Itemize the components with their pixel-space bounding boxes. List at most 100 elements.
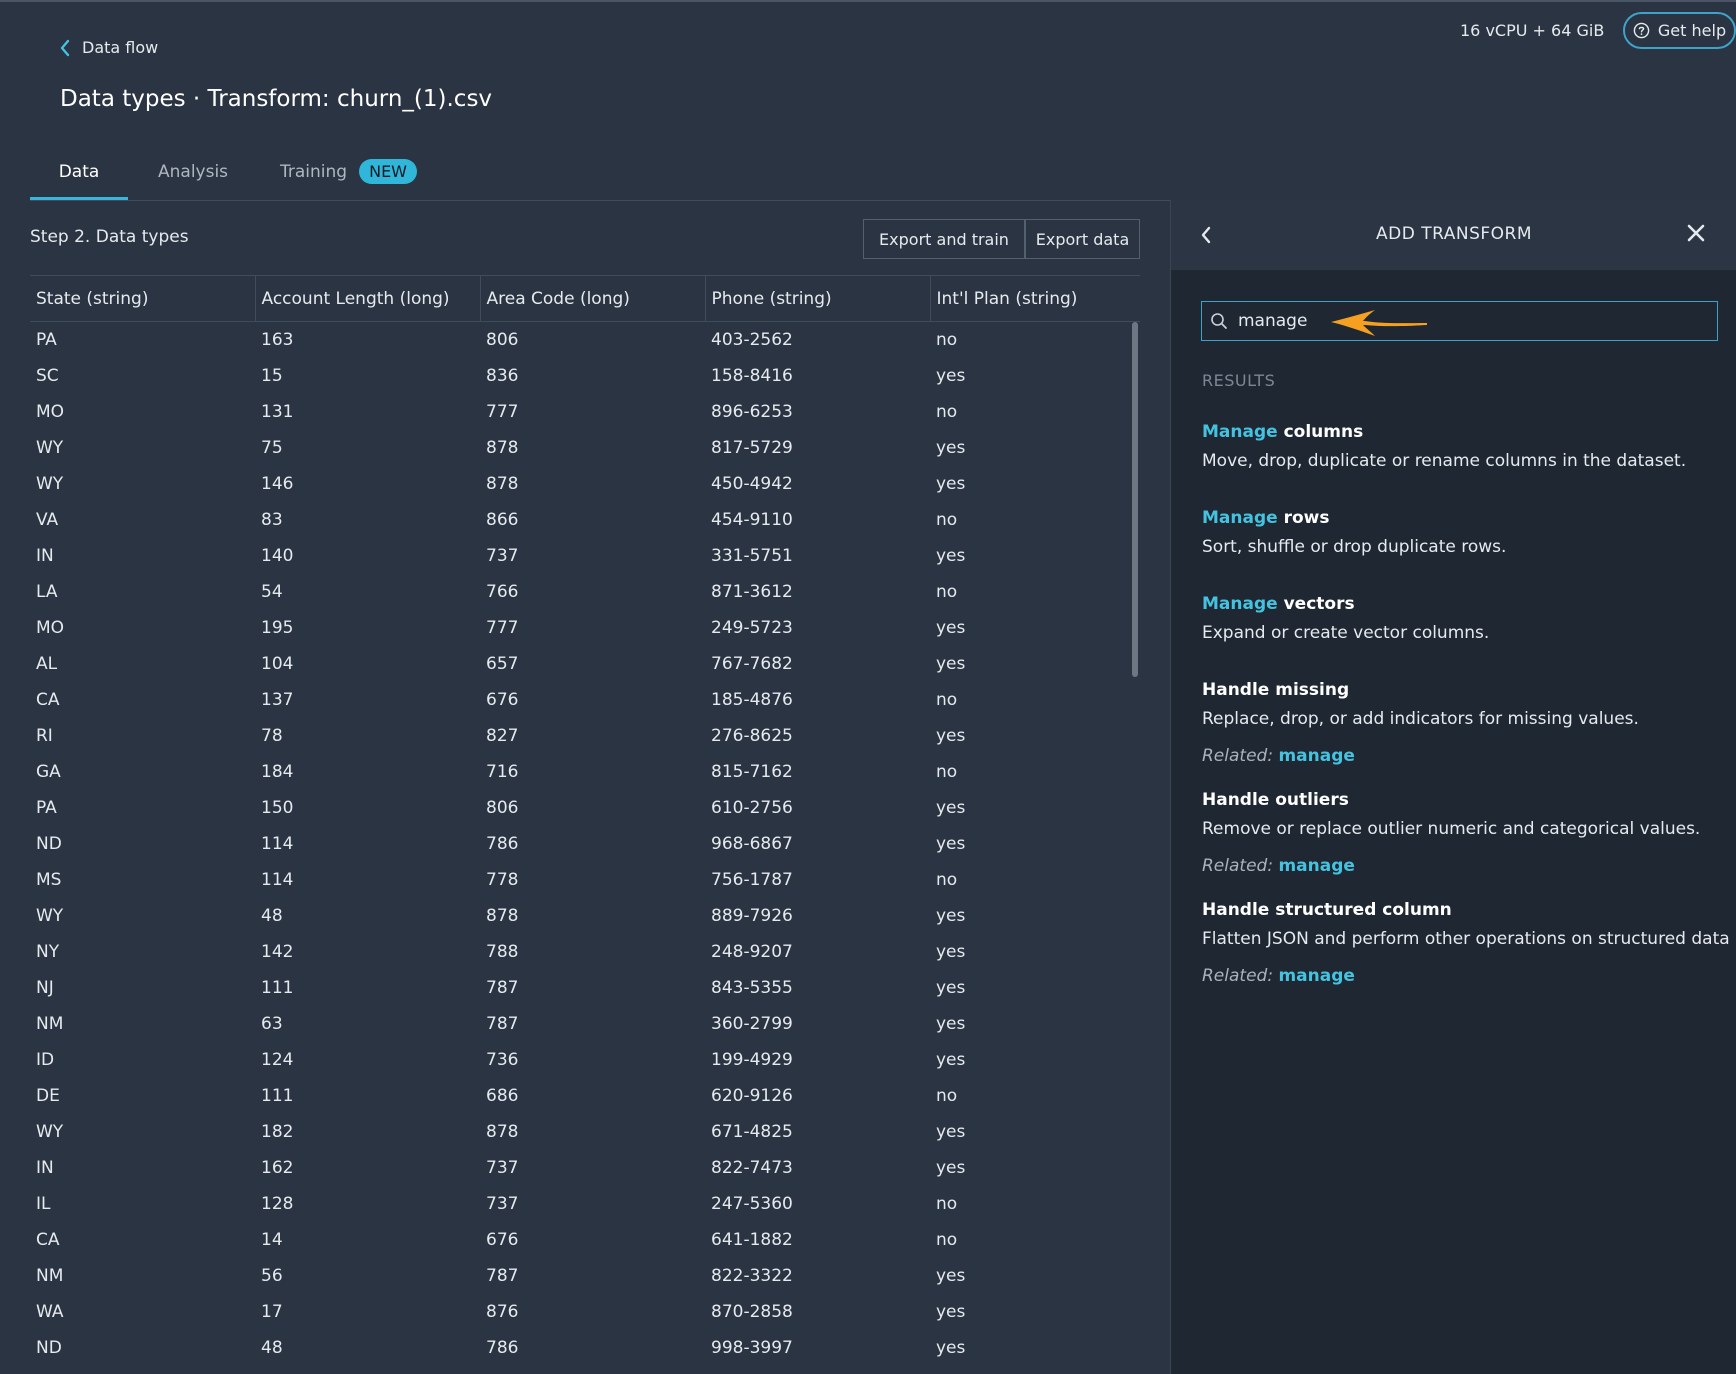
result-title: Manage columns xyxy=(1202,422,1722,442)
table-cell: 736 xyxy=(486,1049,519,1070)
table-cell: yes xyxy=(936,1301,966,1322)
table-cell: yes xyxy=(936,1157,966,1178)
table-row: CA 137 676 185-4876 no xyxy=(30,682,1140,718)
chevron-left-icon xyxy=(60,39,70,56)
table-cell: 878 xyxy=(486,437,519,458)
table-cell: 248-9207 xyxy=(711,941,793,962)
add-transform-panel: ADD TRANSFORM RESULTS Manage columns Mov… xyxy=(1170,200,1736,1374)
table-cell: 247-5360 xyxy=(711,1193,793,1214)
transform-search-input[interactable] xyxy=(1238,311,1333,331)
table-cell: OH xyxy=(30,1366,255,1374)
related-manage-link[interactable]: manage xyxy=(1278,966,1354,986)
table-cell: yes xyxy=(936,617,966,638)
tab-training[interactable]: Training NEW xyxy=(280,150,417,200)
table-body: PA 163 806 403-2562 no SC 15 836 158-8416 yes MO 13… xyxy=(30,322,1140,1374)
table-row: MS 114 778 756-1787 no xyxy=(30,862,1140,898)
table-cell: PA xyxy=(36,329,57,350)
column-header[interactable]: Area Code (long) xyxy=(479,275,705,322)
result-manage-vectors[interactable]: Manage vectors Expand or create vector c… xyxy=(1202,594,1722,643)
table-cell: 767-7682 xyxy=(711,653,793,674)
search-icon xyxy=(1211,313,1227,329)
table-cell: 786 xyxy=(486,1337,519,1358)
table-cell: 806 xyxy=(486,329,519,350)
column-header[interactable]: State (string) xyxy=(30,275,255,322)
table-cell: 195 xyxy=(261,617,294,638)
table-cell: 777 xyxy=(486,617,519,638)
table-cell: yes xyxy=(936,977,966,998)
result-title: Handle outliers xyxy=(1202,790,1349,810)
table-scrollbar[interactable] xyxy=(1132,322,1138,677)
table-cell: yes xyxy=(936,725,966,746)
table-cell: yes xyxy=(936,1049,966,1070)
related-manage-link[interactable]: manage xyxy=(1278,746,1354,766)
table-row: AL 104 657 767-7682 yes xyxy=(30,646,1140,682)
table-cell: 78 xyxy=(261,725,283,746)
table-cell: ID xyxy=(36,1049,55,1070)
table-cell: 817-5729 xyxy=(711,437,793,458)
table-row: IN 162 737 822-7473 yes xyxy=(30,1150,1140,1186)
table-row: ND 114 786 968-6867 yes xyxy=(30,826,1140,862)
table-cell: SC xyxy=(36,365,59,386)
panel-header: ADD TRANSFORM xyxy=(1171,200,1736,270)
table-cell: PA xyxy=(36,797,57,818)
result-title-rest: vectors xyxy=(1277,594,1355,614)
table-cell: VA xyxy=(36,509,59,530)
table-row: NJ 111 787 843-5355 yes xyxy=(30,970,1140,1006)
table-cell: 878 xyxy=(486,905,519,926)
table-cell: no xyxy=(936,761,958,782)
table-cell: 968-6867 xyxy=(711,833,793,854)
column-header[interactable]: Account Length (long) xyxy=(254,275,480,322)
table-cell: 276-8625 xyxy=(711,725,793,746)
table-cell: 249-5723 xyxy=(711,617,793,638)
table-cell: no xyxy=(936,401,958,422)
table-cell: 788 xyxy=(486,941,519,962)
get-help-button[interactable]: Get help xyxy=(1623,12,1736,49)
result-handle-outliers[interactable]: Handle outliers Remove or replace outlie… xyxy=(1202,790,1722,839)
related-row: Related: manage xyxy=(1202,746,1355,766)
table-cell: MO xyxy=(36,617,65,638)
table-cell: 787 xyxy=(486,1013,519,1034)
result-manage-rows[interactable]: Manage rows Sort, shuffle or drop duplic… xyxy=(1202,508,1722,557)
close-icon[interactable] xyxy=(1685,222,1707,244)
table-cell: 896-6253 xyxy=(711,401,793,422)
result-manage-columns[interactable]: Manage columns Move, drop, duplicate or … xyxy=(1202,422,1722,471)
table-cell: no xyxy=(936,1085,958,1106)
related-row: Related: manage xyxy=(1202,856,1355,876)
column-header[interactable]: Phone (string) xyxy=(704,275,930,322)
related-manage-link[interactable]: manage xyxy=(1278,856,1354,876)
table-cell: yes xyxy=(936,833,966,854)
table-cell: 806 xyxy=(486,797,519,818)
get-help-label: Get help xyxy=(1657,21,1727,40)
page-title: Data types · Transform: churn_(1).csv xyxy=(60,86,493,112)
table-cell: 686 xyxy=(486,1085,519,1106)
table-cell: 815-7162 xyxy=(711,761,793,782)
data-table-container[interactable]: State (string) Account Length (long) Are… xyxy=(30,275,1140,1374)
tab-data[interactable]: Data xyxy=(30,150,128,200)
result-handle-missing[interactable]: Handle missing Replace, drop, or add ind… xyxy=(1202,680,1722,729)
table-cell: NY xyxy=(36,941,60,962)
table-row: ID 124 736 199-4929 yes xyxy=(30,1042,1140,1078)
back-to-data-flow-link[interactable]: Data flow xyxy=(58,38,158,57)
table-cell: 114 xyxy=(261,833,294,854)
export-data-button[interactable]: Export data xyxy=(1025,219,1140,259)
column-header[interactable]: Int'l Plan (string) xyxy=(929,275,1140,322)
table-cell: 676 xyxy=(486,689,519,710)
table-cell: 878 xyxy=(486,1121,519,1142)
table-cell: 787 xyxy=(486,977,519,998)
table-cell: yes xyxy=(936,1265,966,1286)
result-handle-structured-column[interactable]: Handle structured column Flatten JSON an… xyxy=(1202,900,1730,949)
table-cell: 641-1882 xyxy=(711,1229,793,1250)
table-cell: yes xyxy=(936,905,966,926)
table-cell: yes xyxy=(936,473,966,494)
arrow-annotation xyxy=(1331,310,1427,336)
table-row: WY 75 878 817-5729 yes xyxy=(30,430,1140,466)
export-and-train-button[interactable]: Export and train xyxy=(863,219,1025,259)
table-cell: 737 xyxy=(486,1157,519,1178)
tab-analysis[interactable]: Analysis xyxy=(158,150,258,200)
related-label: Related: xyxy=(1202,746,1274,766)
table-cell: 137 xyxy=(261,689,294,710)
table-cell: CA xyxy=(36,689,60,710)
table-cell: yes xyxy=(936,365,966,386)
table-cell: CA xyxy=(36,1229,60,1250)
table-cell: 878 xyxy=(486,473,519,494)
